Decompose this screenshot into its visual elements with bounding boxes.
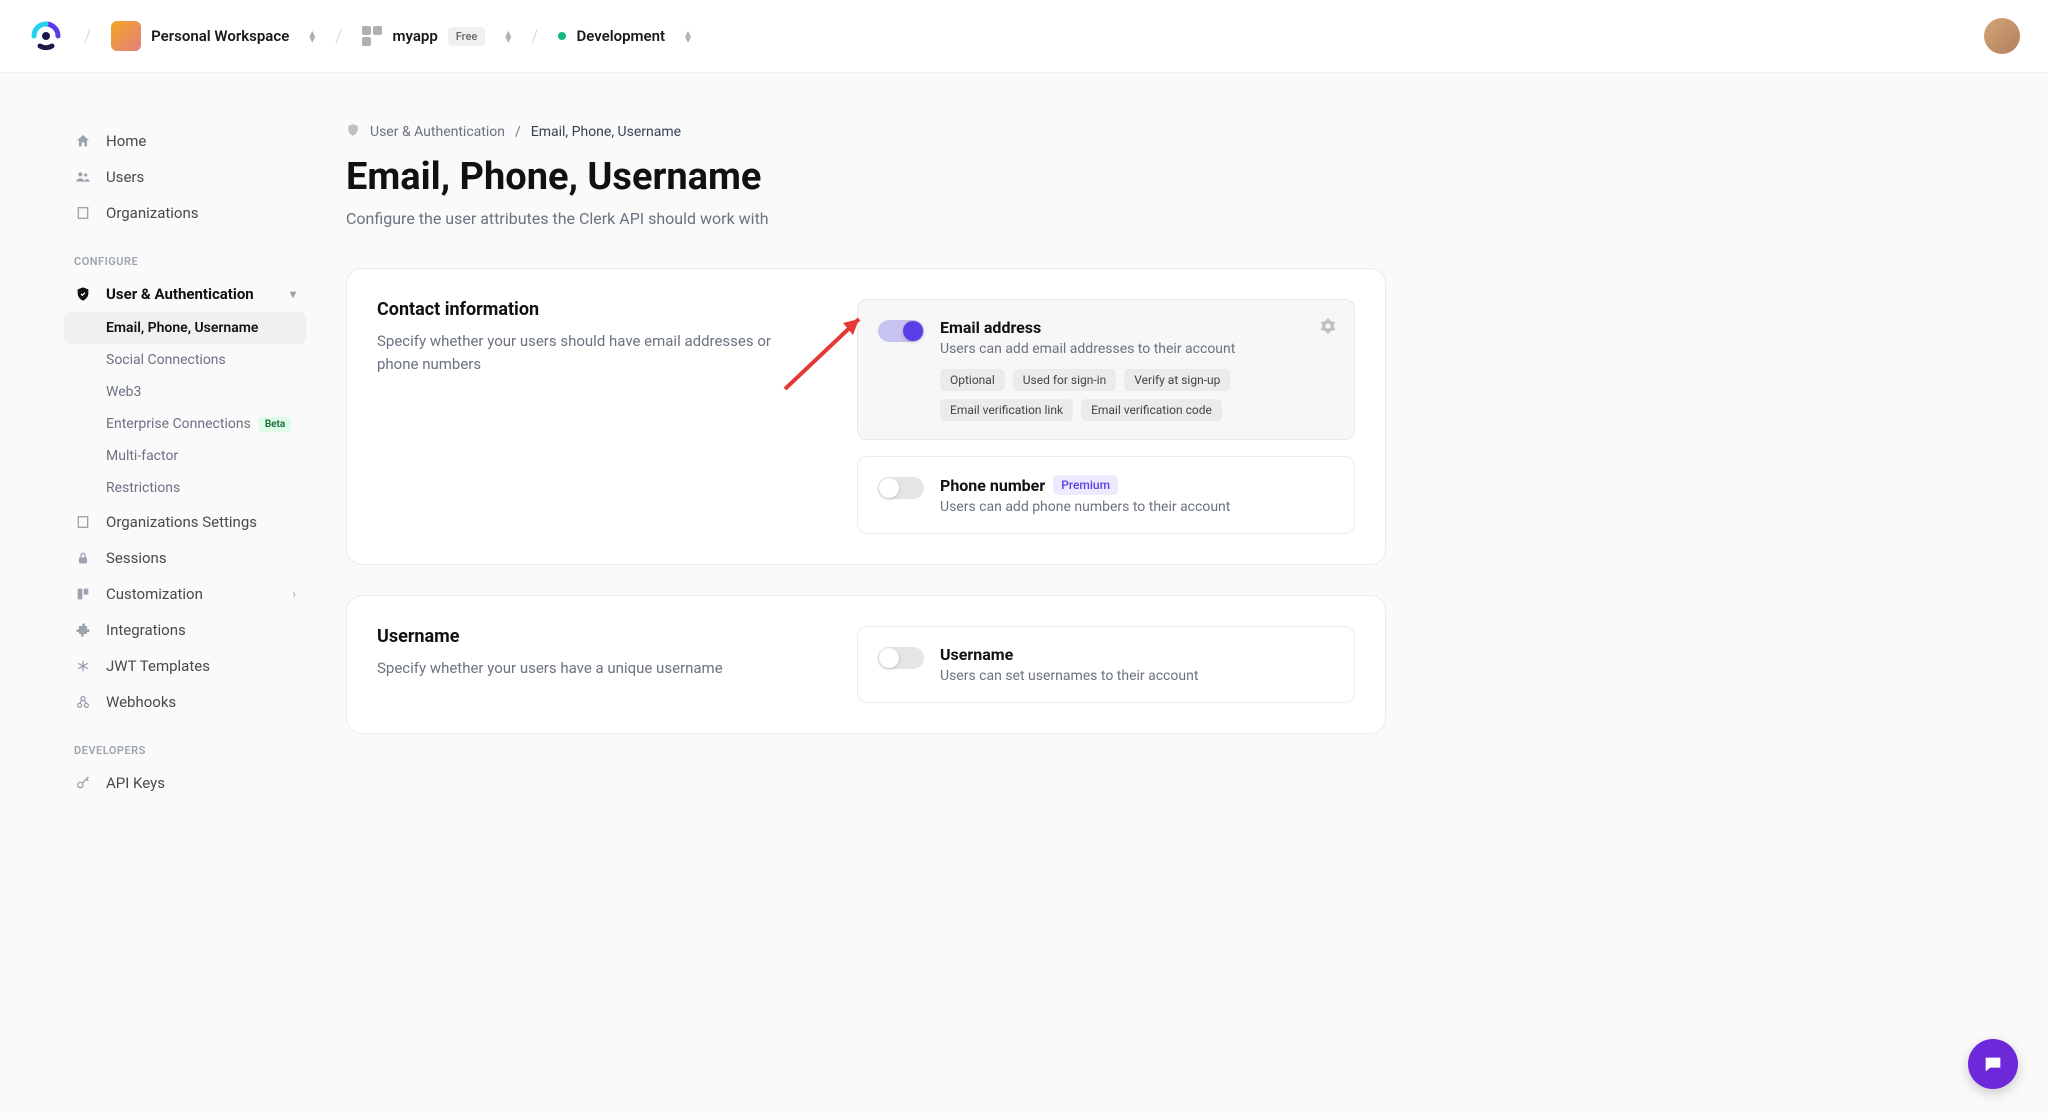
workspace-switcher[interactable]: Personal Workspace ▴▾ <box>111 21 315 51</box>
sidebar-label: Organizations Settings <box>106 513 257 531</box>
page-title: Email, Phone, Username <box>346 155 1386 199</box>
option-description: Users can set usernames to their account <box>940 668 1334 684</box>
sidebar-label: Users <box>106 168 144 186</box>
option-description: Users can add phone numbers to their acc… <box>940 499 1334 515</box>
clerk-logo[interactable] <box>28 18 64 54</box>
status-dot-icon <box>558 32 566 40</box>
sidebar-item-org-settings[interactable]: Organizations Settings <box>64 504 306 540</box>
chevron-down-icon: ▾ <box>290 287 296 301</box>
sidebar-label: JWT Templates <box>106 657 210 675</box>
email-address-option: Email address Users can add email addres… <box>857 299 1355 440</box>
section-label-developers: DEVELOPERS <box>74 744 306 757</box>
sidebar-item-user-auth[interactable]: User & Authentication ▾ <box>64 276 306 312</box>
app-switcher[interactable]: myapp Free ▴▾ <box>362 26 511 46</box>
sidebar-label: User & Authentication <box>106 285 254 303</box>
breadcrumb: User & Authentication / Email, Phone, Us… <box>346 123 1386 141</box>
sidebar-item-users[interactable]: Users <box>64 159 306 195</box>
building-icon <box>74 513 92 531</box>
card-title: Contact information <box>377 299 797 320</box>
puzzle-icon <box>74 621 92 639</box>
username-toggle[interactable] <box>878 647 924 669</box>
sidebar-sub-social[interactable]: Social Connections <box>64 344 306 376</box>
environment-switcher[interactable]: Development ▴▾ <box>558 27 691 45</box>
chat-button[interactable] <box>1968 1039 2018 1089</box>
premium-badge: Premium <box>1053 475 1118 495</box>
sidebar-label: Home <box>106 132 146 150</box>
app-header: / Personal Workspace ▴▾ / myapp Free ▴▾ … <box>0 0 2048 73</box>
sidebar-label: Webhooks <box>106 693 176 711</box>
card-title: Username <box>377 626 797 647</box>
separator-icon: / <box>515 124 521 140</box>
phone-number-option: Phone number Premium Users can add phone… <box>857 456 1355 534</box>
building-icon <box>74 204 92 222</box>
breadcrumb-current: Email, Phone, Username <box>531 124 681 140</box>
page-subtitle: Configure the user attributes the Clerk … <box>346 209 1386 228</box>
home-icon <box>74 132 92 150</box>
sidebar-item-webhooks[interactable]: Webhooks <box>64 684 306 720</box>
gear-icon[interactable] <box>1320 318 1336 338</box>
shield-icon <box>346 123 360 141</box>
tag: Used for sign-in <box>1013 369 1116 391</box>
chevrons-icon: ▴▾ <box>685 30 691 42</box>
sidebar-sub-mfa[interactable]: Multi-factor <box>64 440 306 472</box>
app-icon <box>362 26 382 46</box>
username-option: Username Users can set usernames to thei… <box>857 626 1355 703</box>
lock-icon <box>74 549 92 567</box>
tag: Email verification link <box>940 399 1073 421</box>
chevron-right-icon: › <box>292 587 296 601</box>
webhook-icon <box>74 693 92 711</box>
contact-information-card: Contact information Specify whether your… <box>346 268 1386 565</box>
option-description: Users can add email addresses to their a… <box>940 341 1334 357</box>
sidebar-item-organizations[interactable]: Organizations <box>64 195 306 231</box>
option-title: Email address <box>940 318 1334 337</box>
chevrons-icon: ▴▾ <box>505 30 511 42</box>
sidebar-item-api-keys[interactable]: API Keys <box>64 765 306 801</box>
option-title: Username <box>940 645 1334 664</box>
sidebar-sub-web3[interactable]: Web3 <box>64 376 306 408</box>
workspace-avatar <box>111 21 141 51</box>
sidebar-item-sessions[interactable]: Sessions <box>64 540 306 576</box>
sidebar-label: Customization <box>106 585 203 603</box>
sidebar-item-home[interactable]: Home <box>64 123 306 159</box>
sidebar-label: API Keys <box>106 774 165 792</box>
phone-toggle[interactable] <box>878 477 924 499</box>
sidebar-label: Integrations <box>106 621 186 639</box>
separator-icon: / <box>531 26 538 47</box>
key-icon <box>74 774 92 792</box>
environment-name: Development <box>576 27 665 45</box>
users-icon <box>74 168 92 186</box>
section-label-configure: CONFIGURE <box>74 255 306 268</box>
email-toggle[interactable] <box>878 320 924 342</box>
username-card: Username Specify whether your users have… <box>346 595 1386 734</box>
asterisk-icon <box>74 657 92 675</box>
sidebar-label: Organizations <box>106 204 199 222</box>
sidebar-sub-enterprise[interactable]: Enterprise ConnectionsBeta <box>64 408 306 440</box>
sidebar-sub-email-phone-username[interactable]: Email, Phone, Username <box>64 312 306 344</box>
sidebar-sub-restrictions[interactable]: Restrictions <box>64 472 306 504</box>
chevrons-icon: ▴▾ <box>309 30 315 42</box>
separator-icon: / <box>335 26 342 47</box>
breadcrumb-parent[interactable]: User & Authentication <box>370 124 505 140</box>
tag: Optional <box>940 369 1005 391</box>
tag: Verify at sign-up <box>1124 369 1230 391</box>
separator-icon: / <box>84 26 91 47</box>
beta-badge: Beta <box>259 417 291 432</box>
sidebar-label: Sessions <box>106 549 167 567</box>
workspace-name: Personal Workspace <box>151 27 289 45</box>
main-content: User & Authentication / Email, Phone, Us… <box>346 123 1386 801</box>
sidebar-item-integrations[interactable]: Integrations <box>64 612 306 648</box>
tag: Email verification code <box>1081 399 1222 421</box>
tier-badge: Free <box>448 27 486 46</box>
card-description: Specify whether your users have a unique… <box>377 657 797 680</box>
sidebar-item-jwt[interactable]: JWT Templates <box>64 648 306 684</box>
shield-icon <box>74 285 92 303</box>
palette-icon <box>74 585 92 603</box>
app-name: myapp <box>392 27 437 45</box>
sidebar: Home Users Organizations CONFIGURE User … <box>28 123 306 801</box>
user-avatar[interactable] <box>1984 18 2020 54</box>
sidebar-item-customization[interactable]: Customization › <box>64 576 306 612</box>
card-description: Specify whether your users should have e… <box>377 330 797 375</box>
tags-row: Optional Used for sign-in Verify at sign… <box>940 369 1334 421</box>
option-title: Phone number Premium <box>940 475 1334 495</box>
